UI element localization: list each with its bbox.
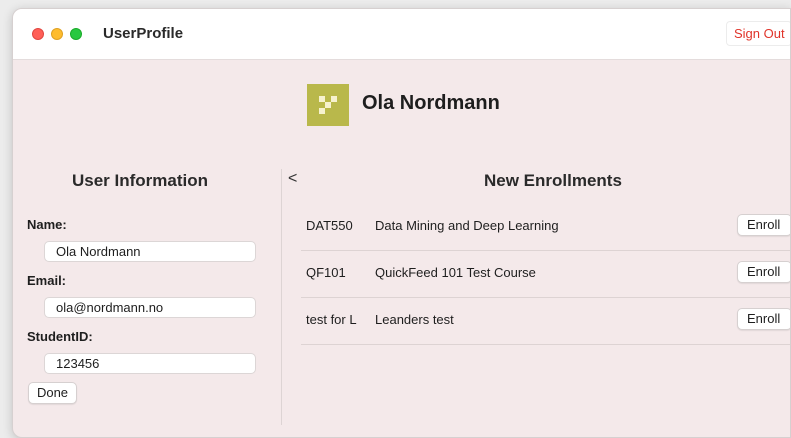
email-field[interactable]: ola@nordmann.no [44,297,256,318]
chevron-left-icon[interactable]: < [288,170,297,188]
enrollment-row: QF101 QuickFeed 101 Test Course Enroll [301,251,790,298]
name-field[interactable]: Ola Nordmann [44,241,256,262]
minimize-window-button[interactable] [51,28,63,40]
student-id-field[interactable]: 123456 [44,353,256,374]
enrollment-row: test for L Leanders test Enroll [301,298,790,345]
course-name: Data Mining and Deep Learning [375,218,559,233]
avatar [307,84,349,126]
enroll-button[interactable]: Enroll [737,214,790,236]
done-button[interactable]: Done [28,382,77,404]
app-window: UserProfile Sign Out Ola Nordmann User I… [12,8,791,438]
course-code: test for L [306,312,357,327]
title-bar: UserProfile Sign Out [13,9,790,60]
enroll-button[interactable]: Enroll [737,261,790,283]
user-display-name: Ola Nordmann [362,92,500,114]
new-enrollments-title: New Enrollments [484,171,622,190]
name-label: Name: [27,217,67,232]
app-title: UserProfile [103,25,184,42]
course-code: DAT550 [306,218,353,233]
student-id-label: StudentID: [27,329,93,344]
course-name: Leanders test [375,312,454,327]
course-code: QF101 [306,265,346,280]
course-name: QuickFeed 101 Test Course [375,265,536,280]
sign-out-button[interactable]: Sign Out [726,21,790,46]
panel-divider [281,169,282,425]
close-window-button[interactable] [32,28,44,40]
user-information-title: User Information [72,171,209,190]
enrollment-row: DAT550 Data Mining and Deep Learning Enr… [301,204,790,251]
enroll-button[interactable]: Enroll [737,308,790,330]
zoom-window-button[interactable] [70,28,82,40]
email-label: Email: [27,273,67,288]
